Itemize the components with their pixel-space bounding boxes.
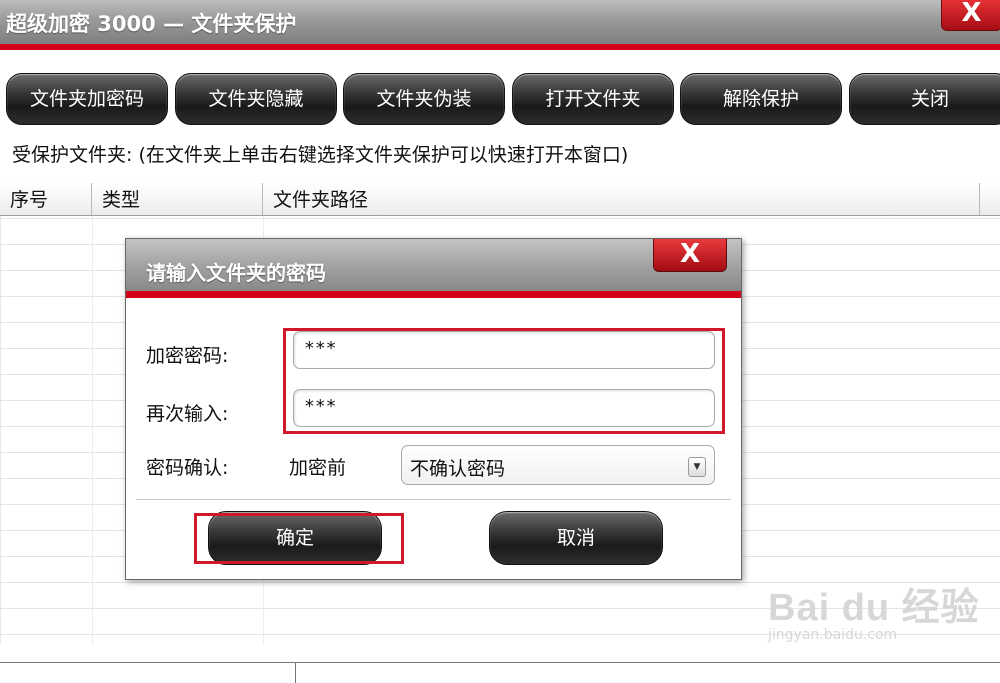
open-folder-button[interactable]: 打开文件夹 xyxy=(512,73,674,125)
window-title: 超级加密 3000 — 文件夹保护 xyxy=(6,12,297,36)
confirm-timing-label: 加密前 xyxy=(289,457,347,479)
disguise-folder-button[interactable]: 文件夹伪装 xyxy=(343,73,505,125)
confirm-label: 密码确认: xyxy=(146,457,229,479)
column-header-path[interactable]: 文件夹路径 xyxy=(263,183,980,215)
dialog-separator xyxy=(136,499,731,500)
hide-folder-button[interactable]: 文件夹隐藏 xyxy=(175,73,337,125)
dialog-title: 请输入文件夹的密码 xyxy=(146,261,326,285)
status-bar-divider xyxy=(0,662,1000,663)
title-accent-line xyxy=(0,44,1000,50)
column-divider xyxy=(92,215,93,645)
dropdown-arrow-icon[interactable]: ▼ xyxy=(688,457,706,477)
window-close-button[interactable]: X xyxy=(941,0,1000,31)
cancel-button[interactable]: 取消 xyxy=(489,511,663,565)
baidu-watermark: Bai du 经验 jingyan.baidu.com xyxy=(768,576,980,643)
ok-button-highlight xyxy=(194,513,404,564)
protected-folders-hint: 受保护文件夹: (在文件夹上单击右键选择文件夹保护可以快速打开本窗口) xyxy=(12,144,629,166)
password-fields-highlight xyxy=(283,328,725,434)
column-header-type[interactable]: 类型 xyxy=(92,183,263,215)
confirm-password-select[interactable]: 不确认密码 ▼ xyxy=(401,445,715,485)
close-button[interactable]: 关闭 xyxy=(849,73,1000,125)
status-bar-separator xyxy=(295,663,296,683)
dialog-close-button[interactable]: X xyxy=(653,239,727,272)
dialog-accent-line xyxy=(126,291,741,298)
dialog-title-bar: 请输入文件夹的密码 xyxy=(126,239,741,291)
watermark-brand: Bai du 经验 xyxy=(768,587,980,629)
window-title-bar: 超级加密 3000 — 文件夹保护 xyxy=(0,0,1000,44)
repeat-password-label: 再次输入: xyxy=(146,403,229,425)
confirm-select-value: 不确认密码 xyxy=(410,458,506,480)
password-label: 加密密码: xyxy=(146,345,229,367)
column-header-index[interactable]: 序号 xyxy=(0,183,92,215)
table-header: 序号 类型 文件夹路径 xyxy=(0,183,1000,216)
remove-protection-button[interactable]: 解除保护 xyxy=(680,73,842,125)
watermark-url: jingyan.baidu.com xyxy=(768,627,898,643)
encrypt-folder-button[interactable]: 文件夹加密码 xyxy=(6,73,168,125)
